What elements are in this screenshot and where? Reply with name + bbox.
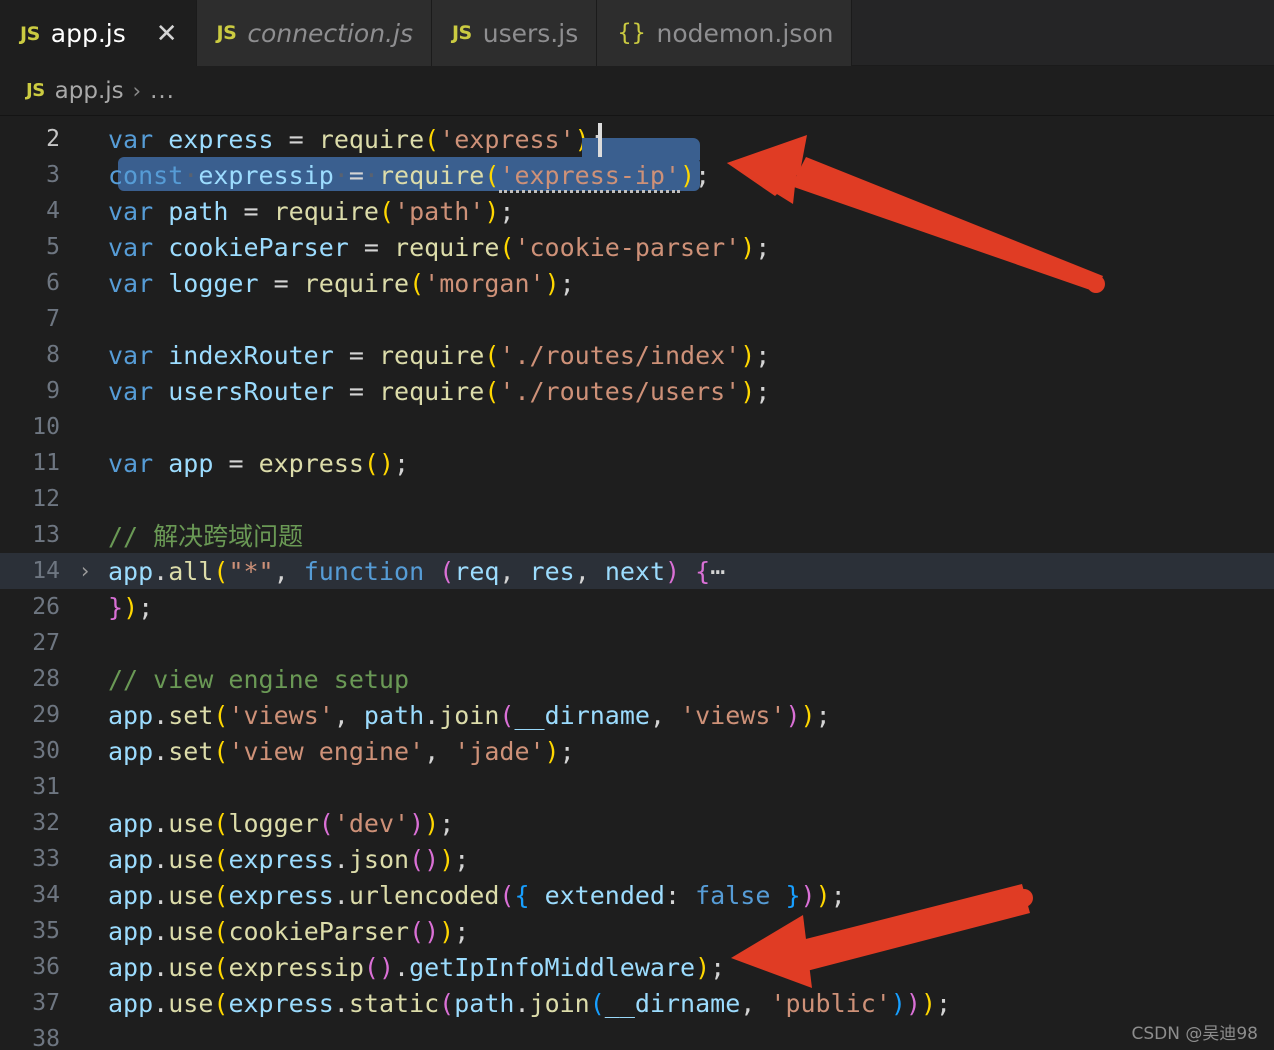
code-line-text: var app = express();	[108, 448, 410, 478]
tab-label: nodemon.json	[656, 18, 834, 48]
code-line[interactable]: 28 // view engine setup	[0, 661, 1274, 697]
js-file-icon: JS	[216, 22, 237, 44]
breadcrumb-symbol-more[interactable]: ...	[150, 78, 175, 104]
code-line-text: app.use(express.static(path.join(__dirna…	[108, 988, 952, 1018]
line-number: 8	[46, 342, 60, 368]
code-line-text: app.all("*", function (req, res, next) {…	[108, 556, 726, 586]
code-line[interactable]: 5 var cookieParser = require('cookie-par…	[0, 229, 1274, 265]
line-number: 10	[32, 414, 60, 440]
line-number: 13	[32, 522, 60, 548]
line-number: 31	[32, 774, 60, 800]
code-line-text: app.use(express.json());	[108, 844, 470, 874]
line-number: 12	[32, 486, 60, 512]
line-number: 2	[46, 126, 60, 152]
tab-label: connection.js	[247, 18, 413, 48]
code-line[interactable]: 29 app.set('views', path.join(__dirname,…	[0, 697, 1274, 733]
breadcrumb: JS app.js › ...	[0, 66, 1274, 116]
code-line[interactable]: 36 app.use(expressip().getIpInfoMiddlewa…	[0, 949, 1274, 985]
code-line-text: var express = require('express');	[108, 124, 605, 154]
code-line-text: app.use(expressip().getIpInfoMiddleware)…	[108, 952, 726, 982]
line-number: 11	[32, 450, 60, 476]
editor-tab-bar: JS app.js ✕ JS connection.js JS users.js…	[0, 0, 1274, 66]
code-line[interactable]: 6 var logger = require('morgan');	[0, 265, 1274, 301]
tab-nodemon-json[interactable]: {} nodemon.json	[597, 0, 853, 66]
line-number: 38	[32, 1026, 60, 1050]
tab-bar-empty-space	[852, 0, 1274, 65]
code-line-folded[interactable]: 14 › app.all("*", function (req, res, ne…	[0, 553, 1274, 589]
code-line-text: app.use(express.urlencoded({ extended: f…	[108, 880, 846, 910]
watermark: CSDN @吴迪98	[1131, 1024, 1258, 1044]
code-line[interactable]: 33 app.use(express.json());	[0, 841, 1274, 877]
code-line-text: var usersRouter = require('./routes/user…	[108, 376, 771, 406]
line-number: 36	[32, 954, 60, 980]
line-number: 5	[46, 234, 60, 260]
code-line-text: });	[108, 592, 154, 622]
code-line[interactable]: 32 app.use(logger('dev'));	[0, 805, 1274, 841]
code-line[interactable]: 4 var path = require('path');	[0, 193, 1274, 229]
code-line-text: var indexRouter = require('./routes/inde…	[108, 340, 771, 370]
code-line[interactable]: 3 const·expressip·=·require('express-ip'…	[0, 157, 1274, 193]
json-file-icon: {}	[617, 20, 646, 46]
code-line[interactable]: 8 var indexRouter = require('./routes/in…	[0, 337, 1274, 373]
line-number: 9	[46, 378, 60, 404]
line-number: 26	[32, 594, 60, 620]
line-number: 34	[32, 882, 60, 908]
code-line[interactable]: 13 // 解决跨域问题	[0, 517, 1274, 553]
text-cursor	[598, 123, 602, 157]
line-number: 3	[46, 162, 60, 188]
code-line-text: var cookieParser = require('cookie-parse…	[108, 232, 771, 262]
code-editor[interactable]: 2 var express = require('express'); 3 co…	[0, 116, 1274, 1050]
vscode-window: JS app.js ✕ JS connection.js JS users.js…	[0, 0, 1274, 1050]
code-line[interactable]: 37 app.use(express.static(path.join(__di…	[0, 985, 1274, 1021]
code-line[interactable]: 38	[0, 1021, 1274, 1050]
code-line-text: // view engine setup	[108, 664, 410, 694]
code-line-text: app.set('views', path.join(__dirname, 'v…	[108, 700, 831, 730]
line-number: 27	[32, 630, 60, 656]
line-number: 29	[32, 702, 60, 728]
line-number: 28	[32, 666, 60, 692]
chevron-right-icon: ›	[132, 78, 142, 103]
line-number: 32	[32, 810, 60, 836]
close-icon[interactable]: ✕	[156, 21, 178, 47]
code-line[interactable]: 11 var app = express();	[0, 445, 1274, 481]
tab-app-js[interactable]: JS app.js ✕	[0, 0, 197, 66]
js-file-icon: JS	[451, 22, 472, 44]
line-number: 6	[46, 270, 60, 296]
code-line-text: // 解决跨域问题	[108, 522, 304, 551]
code-line[interactable]: 7	[0, 301, 1274, 337]
tab-users-js[interactable]: JS users.js	[431, 0, 598, 66]
line-number: 7	[46, 306, 60, 332]
breadcrumb-file[interactable]: app.js	[55, 78, 124, 104]
code-line-text: app.use(cookieParser());	[108, 916, 470, 946]
line-number: 14	[32, 558, 60, 584]
js-file-icon: JS	[26, 80, 45, 101]
code-line[interactable]: 34 app.use(express.urlencoded({ extended…	[0, 877, 1274, 913]
code-line[interactable]: 30 app.set('view engine', 'jade');	[0, 733, 1274, 769]
tab-label: app.js	[50, 19, 126, 48]
code-line[interactable]: 31	[0, 769, 1274, 805]
code-line[interactable]: 10	[0, 409, 1274, 445]
code-line[interactable]: 26 });	[0, 589, 1274, 625]
line-number: 37	[32, 990, 60, 1016]
chevron-right-icon[interactable]: ›	[72, 559, 98, 583]
code-line[interactable]: 9 var usersRouter = require('./routes/us…	[0, 373, 1274, 409]
code-line[interactable]: 27	[0, 625, 1274, 661]
tab-connection-js[interactable]: JS connection.js	[196, 0, 432, 66]
code-line-text: app.set('view engine', 'jade');	[108, 736, 575, 766]
code-line[interactable]: 12	[0, 481, 1274, 517]
code-line-text: var path = require('path');	[108, 196, 515, 226]
tab-label: users.js	[482, 18, 579, 48]
line-number: 33	[32, 846, 60, 872]
code-line-text: var logger = require('morgan');	[108, 268, 575, 298]
code-line[interactable]: 35 app.use(cookieParser());	[0, 913, 1274, 949]
line-number: 35	[32, 918, 60, 944]
code-line-text: app.use(logger('dev'));	[108, 808, 455, 838]
js-file-icon: JS	[20, 22, 40, 45]
line-number: 4	[46, 198, 60, 224]
line-number: 30	[32, 738, 60, 764]
code-line-text: const·expressip·=·require('express-ip');	[98, 160, 710, 193]
